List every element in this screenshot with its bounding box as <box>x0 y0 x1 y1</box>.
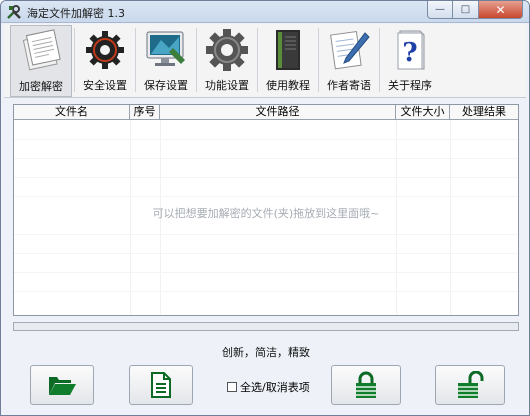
tool-label: 安全设置 <box>83 79 127 92</box>
column-header-path[interactable]: 文件路径 <box>160 105 396 120</box>
slogan-text: 创新，简洁，精致 <box>222 346 310 359</box>
tool-author-message[interactable]: 作者寄语 <box>320 25 378 97</box>
grid-line <box>14 196 518 197</box>
tool-label: 保存设置 <box>144 79 188 92</box>
tool-label: 使用教程 <box>266 79 310 92</box>
toolbar-separator <box>318 28 319 92</box>
lock-open-icon <box>458 371 484 398</box>
toolbar-separator <box>74 28 75 92</box>
tool-security-settings[interactable]: 安全设置 <box>76 25 134 97</box>
folder-open-icon <box>49 377 76 395</box>
tools-icon <box>7 5 21 19</box>
encrypt-button[interactable] <box>331 365 401 405</box>
grid-line <box>14 272 518 273</box>
drop-hint: 可以把想要加解密的文件(夹)拖放到这里面哦~ <box>152 207 380 220</box>
tool-label: 作者寄语 <box>327 79 371 92</box>
column-header-filename[interactable]: 文件名 <box>14 105 130 120</box>
minimize-button[interactable]: — <box>427 1 453 19</box>
tool-tutorial[interactable]: 使用教程 <box>259 25 317 97</box>
grid-line <box>14 291 518 292</box>
table-header: 文件名 序号 文件路径 文件大小 处理结果 <box>14 105 518 120</box>
column-header-size[interactable]: 文件大小 <box>396 105 450 120</box>
tool-save-settings[interactable]: 保存设置 <box>137 25 195 97</box>
gear-dark-icon <box>86 31 124 69</box>
window-title: 海定文件加解密 1.3 <box>27 7 125 20</box>
caption-buttons: — □ ✕ <box>427 1 523 19</box>
title-bar[interactable]: 海定文件加解密 1.3 — □ ✕ <box>1 1 529 23</box>
grid-line <box>14 139 518 140</box>
tool-label: 加密解密 <box>19 80 63 93</box>
monitor-icon <box>146 31 185 66</box>
grid-line <box>14 253 518 254</box>
svg-text:?: ? <box>402 38 417 68</box>
grid-line <box>14 158 518 159</box>
tool-function-settings[interactable]: 功能设置 <box>198 25 256 97</box>
toolbar-separator <box>196 28 197 92</box>
select-all-label: 全选/取消表项 <box>240 381 310 394</box>
open-folder-button[interactable] <box>30 365 94 405</box>
toolbar-separator <box>379 28 380 92</box>
tool-encrypt-decrypt[interactable]: 加密解密 <box>10 25 72 97</box>
app-window: 海定文件加解密 1.3 — □ ✕ 加密解密 安全设置 保存设置 功能设置 使用… <box>0 0 530 416</box>
select-all-checkbox[interactable] <box>227 382 237 392</box>
grid-line <box>14 177 518 178</box>
pen-paper-icon <box>330 30 370 70</box>
tool-label: 关于程序 <box>388 79 432 92</box>
grid-line <box>14 234 518 235</box>
column-header-result[interactable]: 处理结果 <box>450 105 518 120</box>
close-button[interactable]: ✕ <box>479 1 523 19</box>
progress-bar <box>13 322 519 331</box>
toolbar-separator <box>257 28 258 92</box>
help-icon: ? <box>397 30 425 70</box>
decrypt-button[interactable] <box>435 365 505 405</box>
select-all-toggle[interactable]: 全选/取消表项 <box>227 379 310 395</box>
documents-icon <box>22 29 61 71</box>
add-file-button[interactable] <box>129 365 193 405</box>
gear-grey-icon <box>206 29 248 71</box>
book-icon <box>276 30 300 70</box>
file-table[interactable]: 文件名 序号 文件路径 文件大小 处理结果 可以把想要加解密的文件(夹)拖放到这… <box>13 104 519 316</box>
tool-about[interactable]: ? 关于程序 <box>381 25 439 97</box>
tool-label: 功能设置 <box>205 79 249 92</box>
toolbar-separator <box>135 28 136 92</box>
maximize-button[interactable]: □ <box>453 1 479 19</box>
column-header-index[interactable]: 序号 <box>130 105 160 120</box>
toolbar: 加密解密 安全设置 保存设置 功能设置 使用教程 作者寄语 ? 关于程序 <box>4 24 526 98</box>
document-icon <box>151 372 171 398</box>
lock-closed-icon <box>356 371 376 398</box>
